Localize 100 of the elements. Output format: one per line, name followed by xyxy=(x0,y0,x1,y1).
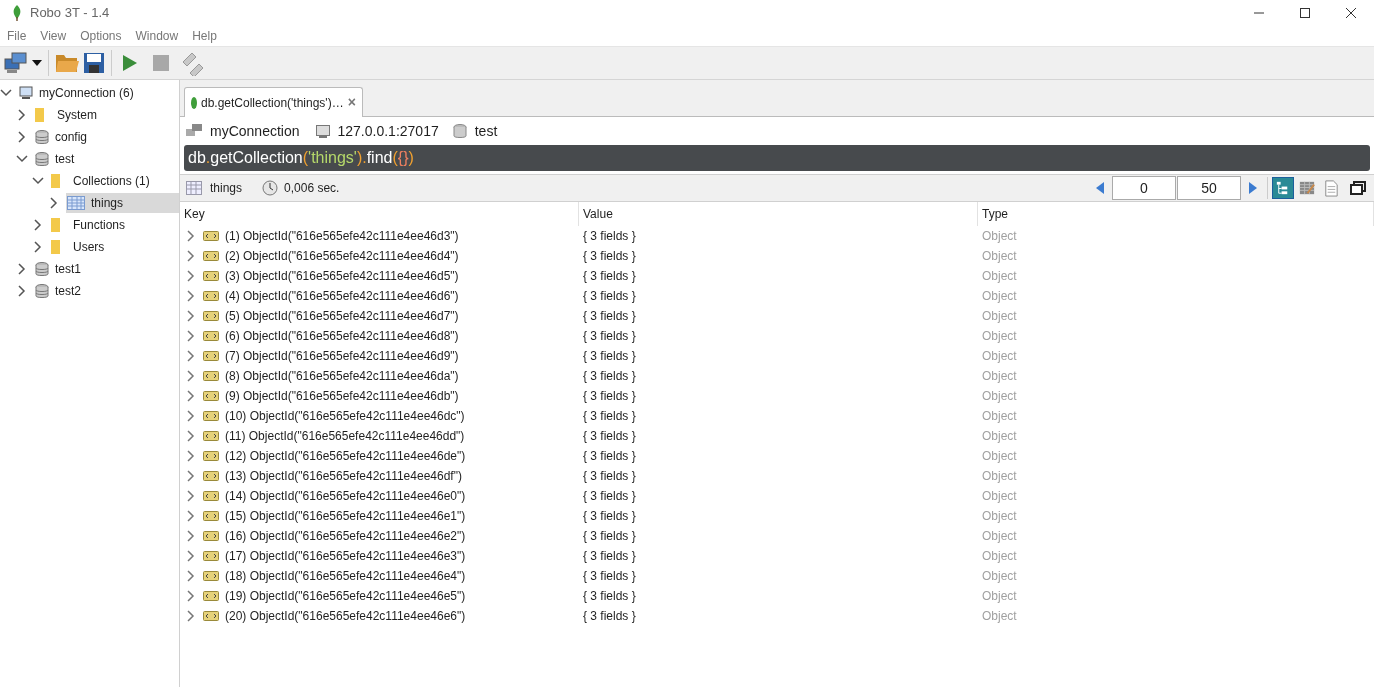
text-view-icon xyxy=(1322,179,1340,197)
object-id-icon xyxy=(203,331,219,341)
expand-chevron-icon[interactable] xyxy=(16,131,28,143)
query-editor[interactable]: db.getCollection('things').find({}) xyxy=(184,145,1370,171)
key-cell-text: (3) ObjectId("616e565efe42c111e4ee46d5") xyxy=(225,268,459,285)
type-cell-text: Object xyxy=(982,448,1017,465)
expand-chevron-icon[interactable] xyxy=(186,610,195,622)
type-cell-text: Object xyxy=(982,308,1017,325)
expand-chevron-icon[interactable] xyxy=(186,270,195,282)
expand-chevron-icon[interactable] xyxy=(16,285,28,297)
network-computer-icon[interactable] xyxy=(4,51,28,75)
expand-chevron-icon[interactable] xyxy=(186,250,195,262)
expand-chevron-icon[interactable] xyxy=(186,410,195,422)
column-header[interactable]: Value xyxy=(579,202,978,226)
collection-name: things xyxy=(210,180,243,197)
expand-chevron-icon[interactable] xyxy=(186,310,195,322)
table-view-icon xyxy=(1298,179,1316,197)
key-cell-text: (2) ObjectId("616e565efe42c111e4ee46d4") xyxy=(225,248,459,265)
expand-chevron-icon[interactable] xyxy=(186,330,195,342)
value-cell-text: { 3 fields } xyxy=(583,468,636,485)
value-cell-text: { 3 fields } xyxy=(583,528,636,545)
tree-item[interactable]: test xyxy=(34,149,179,169)
tree-item[interactable]: myConnection (6) xyxy=(18,83,179,103)
type-cell-text: Object xyxy=(982,588,1017,605)
object-id-icon xyxy=(203,371,219,381)
network-computer-icon xyxy=(186,124,202,138)
query-tab[interactable]: db.getCollection('things')… × xyxy=(184,87,363,117)
expand-chevron-icon[interactable] xyxy=(186,470,195,482)
menu-item[interactable]: Window xyxy=(128,26,186,45)
menu-item[interactable]: View xyxy=(33,26,74,45)
value-cell-text: { 3 fields } xyxy=(583,408,636,425)
expand-chevron-icon[interactable] xyxy=(16,263,28,275)
dropdown-caret-icon[interactable] xyxy=(32,60,42,66)
column-header[interactable]: Key xyxy=(180,202,579,226)
object-id-icon xyxy=(203,571,219,581)
expand-chevron-icon[interactable] xyxy=(186,230,195,242)
expand-chevron-icon[interactable] xyxy=(32,219,44,231)
previous-page-icon[interactable] xyxy=(1096,182,1104,194)
expand-chevron-icon[interactable] xyxy=(186,290,195,302)
column-header[interactable]: Type xyxy=(978,202,1374,226)
expand-chevron-icon[interactable] xyxy=(186,430,195,442)
tree-item[interactable]: Collections (1) xyxy=(50,171,179,191)
play-icon[interactable] xyxy=(122,54,138,72)
limit-field[interactable]: 50 xyxy=(1177,176,1241,200)
expand-chevron-icon[interactable] xyxy=(186,490,195,502)
object-id-icon xyxy=(203,511,219,521)
expand-chevron-icon[interactable] xyxy=(48,197,60,209)
database-icon xyxy=(452,123,467,139)
type-cell-text: Object xyxy=(982,608,1017,625)
expand-chevron-icon[interactable] xyxy=(186,350,195,362)
collapse-chevron-icon[interactable] xyxy=(0,87,12,99)
computer-icon xyxy=(315,124,330,138)
expand-chevron-icon[interactable] xyxy=(186,570,195,582)
tree-item[interactable]: System xyxy=(34,105,179,125)
menu-item[interactable]: Options xyxy=(73,26,129,45)
expand-chevron-icon[interactable] xyxy=(186,510,195,522)
folder-icon xyxy=(51,240,61,254)
skip-field[interactable]: 0 xyxy=(1112,176,1176,200)
key-cell-text: (14) ObjectId("616e565efe42c111e4ee46e0") xyxy=(225,488,466,505)
expand-chevron-icon[interactable] xyxy=(186,450,195,462)
key-cell-text: (7) ObjectId("616e565efe42c111e4ee46d9") xyxy=(225,348,459,365)
expand-chevron-icon[interactable] xyxy=(186,530,195,542)
tree-item[interactable]: Functions xyxy=(50,215,179,235)
value-cell-text: { 3 fields } xyxy=(583,428,636,445)
type-cell-text: Object xyxy=(982,248,1017,265)
save-icon[interactable] xyxy=(83,52,105,74)
window-icon[interactable] xyxy=(1350,181,1366,195)
folder-icon xyxy=(35,108,45,122)
leaf-icon xyxy=(191,96,197,109)
value-cell-text: { 3 fields } xyxy=(583,248,636,265)
key-cell-text: (4) ObjectId("616e565efe42c111e4ee46d6") xyxy=(225,288,459,305)
expand-chevron-icon[interactable] xyxy=(186,370,195,382)
expand-chevron-icon[interactable] xyxy=(32,241,44,253)
tree-item[interactable]: things xyxy=(66,193,179,213)
key-cell-text: (8) ObjectId("616e565efe42c111e4ee46da") xyxy=(225,368,459,385)
tree-view-button[interactable] xyxy=(1272,177,1294,199)
tree-item[interactable]: test2 xyxy=(34,281,179,301)
tree-item[interactable]: test1 xyxy=(34,259,179,279)
expand-chevron-icon[interactable] xyxy=(186,390,195,402)
value-cell-text: { 3 fields } xyxy=(583,268,636,285)
next-page-icon[interactable] xyxy=(1249,182,1257,194)
table-icon xyxy=(67,196,85,210)
object-id-icon xyxy=(203,311,219,321)
expand-chevron-icon[interactable] xyxy=(186,590,195,602)
database-icon xyxy=(35,151,49,167)
collapse-chevron-icon[interactable] xyxy=(16,153,28,165)
tree-item[interactable]: Users xyxy=(50,237,179,257)
expand-chevron-icon[interactable] xyxy=(16,109,28,121)
value-cell-text: { 3 fields } xyxy=(583,368,636,385)
close-tab-button[interactable]: × xyxy=(347,92,356,113)
collapse-chevron-icon[interactable] xyxy=(32,175,44,187)
object-id-icon xyxy=(203,591,219,601)
type-cell-text: Object xyxy=(982,328,1017,345)
tree-item[interactable]: config xyxy=(34,127,179,147)
expand-chevron-icon[interactable] xyxy=(186,550,195,562)
menu-item[interactable]: Help xyxy=(185,26,224,45)
table-icon xyxy=(186,181,202,195)
type-cell-text: Object xyxy=(982,428,1017,445)
value-cell-text: { 3 fields } xyxy=(583,388,636,405)
menu-item[interactable]: File xyxy=(0,26,34,45)
